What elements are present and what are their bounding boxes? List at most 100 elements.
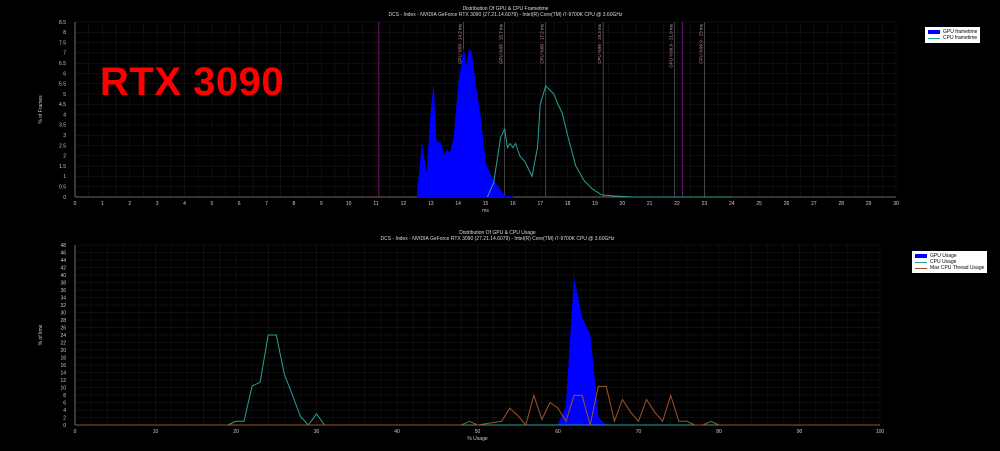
x-tick-label: 13 [428,201,434,207]
y-tick-label: 6.5 [59,61,66,67]
y-tick-label: 40 [60,273,66,279]
x-tick-label: 80 [716,429,722,435]
percentile-label: GPU %50 - 14.2 ms [458,23,463,64]
x-tick-label: 4 [183,201,186,207]
percentile-label: CPU %50 - 17.2 ms [540,23,545,64]
y-tick-label: 36 [60,288,66,294]
y-tick-label: 16 [60,363,66,369]
x-tick-label: 30 [893,201,899,207]
x-tick-label: 8 [293,201,296,207]
x-tick-label: 17 [537,201,543,207]
y-tick-label: 6 [63,400,66,406]
x-tick-label: 10 [153,429,159,435]
legend-swatch [915,267,927,269]
y-tick-label: 20 [60,348,66,354]
y-tick-label: 48 [60,243,66,249]
y-tick-label: 12 [60,378,66,384]
percentile-label: CPU %99.9 - 23 ms [698,23,703,64]
y-tick-label: 6 [63,71,66,77]
legend-label: Max CPU Thread Usage [930,265,985,271]
x-tick-label: 25 [756,201,762,207]
y-tick-label: 22 [60,340,66,346]
x-tick-label: 20 [620,201,626,207]
x-tick-label: 7 [265,201,268,207]
y-tick-label: 30 [60,310,66,316]
y-tick-label: 26 [60,325,66,331]
x-tick-label: 100 [876,429,885,435]
x-tick-label: 60 [555,429,561,435]
y-tick-label: 38 [60,280,66,286]
x-tick-label: 19 [592,201,598,207]
x-tick-label: 50 [475,429,481,435]
y-axis-label: % of time [38,324,44,345]
usage-chart: Distribution Of GPU & CPU UsageDCS - Ind… [38,230,884,442]
y-axis-label: % of Frames [38,95,44,124]
x-tick-label: 1 [101,201,104,207]
usage-legend: GPU Usage CPU Usage Max CPU Thread Usage [912,251,988,273]
y-tick-label: 8 [63,393,66,399]
y-tick-label: 46 [60,250,66,256]
x-tick-label: 5 [210,201,213,207]
x-tick-label: 26 [784,201,790,207]
x-tick-label: 2 [128,201,131,207]
legend-swatch [915,261,927,263]
y-tick-label: 3.5 [59,123,66,129]
legend-entry: Max CPU Thread Usage [915,265,984,271]
legend-label: CPU frametime [943,35,978,41]
y-tick-label: 0.5 [59,185,66,191]
y-tick-label: 34 [60,295,66,301]
y-tick-label: 8 [63,30,66,36]
legend-swatch [928,37,940,39]
x-tick-label: 28 [838,201,844,207]
series-area-gpu-usage [557,278,607,426]
y-tick-label: 14 [60,370,66,376]
x-tick-label: 9 [320,201,323,207]
y-tick-label: 18 [60,355,66,361]
x-tick-label: 24 [729,201,735,207]
x-tick-label: 23 [702,201,708,207]
y-tick-label: 8.5 [59,20,66,26]
x-tick-label: 90 [797,429,803,435]
x-tick-label: 40 [394,429,400,435]
percentile-label: GPU %95 - 15.7 ms [499,23,504,64]
y-tick-label: 3 [63,133,66,139]
y-tick-label: 4.5 [59,102,66,108]
y-tick-label: 5.5 [59,82,66,88]
x-tick-label: 0 [74,429,77,435]
y-tick-label: 1 [63,174,66,180]
x-tick-label: 18 [565,201,571,207]
frametime-legend: GPU frametime CPU frametime [925,27,981,43]
frametime-chart: Distribution Of GPU & CPU FrametimeDCS -… [38,6,899,214]
legend-swatch [928,30,940,34]
x-tick-label: 29 [866,201,872,207]
y-tick-label: 1.5 [59,164,66,170]
y-tick-label: 5 [63,92,66,98]
y-tick-label: 10 [60,385,66,391]
y-tick-label: 32 [60,303,66,309]
percentile-label: GPU %99.9 - 21.9 ms [668,23,673,68]
y-tick-label: 44 [60,258,66,264]
percentile-label: CPU %95 - 19.3 ms [597,23,602,64]
y-tick-label: 42 [60,265,66,271]
y-tick-label: 28 [60,318,66,324]
x-tick-label: 14 [455,201,461,207]
series-area-gpu-frametime [416,48,513,198]
chart-subtitle: DCS - Index - NVIDIA GeForce RTX 3090 (2… [381,236,615,242]
y-tick-label: 24 [60,333,66,339]
chart-subtitle: DCS - Index - NVIDIA GeForce RTX 3090 (2… [389,12,623,18]
x-tick-label: 22 [674,201,680,207]
gpu-model-overlay-label: RTX 3090 [100,60,285,104]
y-tick-label: 0 [63,423,66,429]
x-tick-label: 30 [314,429,320,435]
legend-entry: CPU frametime [928,35,977,41]
y-tick-label: 4 [63,112,66,118]
legend-swatch [915,254,927,258]
x-tick-label: 0 [74,201,77,207]
y-tick-label: 7 [63,51,66,57]
x-tick-label: 11 [373,201,378,207]
x-tick-label: 6 [238,201,241,207]
x-tick-label: 16 [510,201,516,207]
x-axis-label: % Usage [467,436,488,442]
x-tick-label: 70 [636,429,642,435]
x-tick-label: 10 [346,201,352,207]
